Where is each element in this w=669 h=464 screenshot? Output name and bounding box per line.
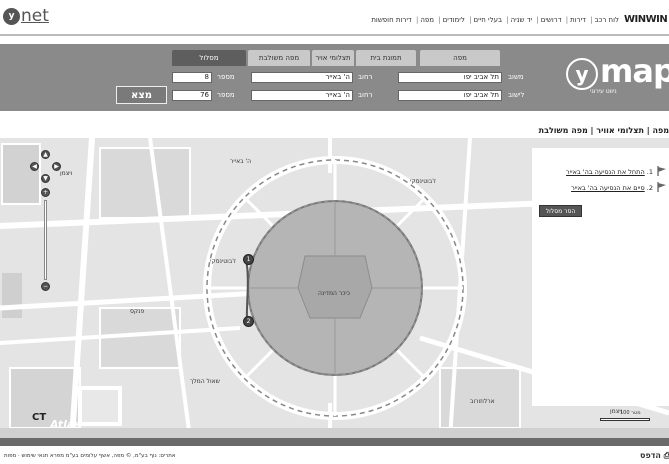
top-nav: לוח רכב| דירות| דרושים| יד שניה| בעלי חי… [370, 16, 620, 24]
top-link-apartments[interactable]: דירות [569, 16, 587, 24]
zoom-in-icon[interactable]: + [41, 188, 50, 197]
corner-mark: CT [32, 412, 47, 423]
from-number-label: מספר [217, 73, 235, 81]
route-step-1[interactable]: 1. התחל את הנסיעה בה' באייר [566, 168, 653, 176]
to-number-field[interactable]: 76 [172, 90, 212, 101]
street-label-jabotinsky-2: ז'בוטינסקי [410, 178, 436, 185]
scale-label: 100 מטר [620, 410, 641, 416]
route-panel: 1. התחל את הנסיעה בה' באייר 2. סיים את ה… [532, 148, 669, 406]
tab-route[interactable]: מסלול [172, 50, 246, 66]
zoom-out-icon[interactable]: − [41, 282, 50, 291]
top-link-jobs[interactable]: דרושים [540, 16, 563, 24]
view-link-aerial[interactable]: תצלומי אוויר [596, 126, 644, 135]
scale-bar [600, 418, 650, 421]
atlas-watermark: Atlas [50, 418, 81, 431]
pan-right-icon[interactable]: ▶ [52, 162, 61, 171]
route-step-2[interactable]: 2. סיים את הנסיעה בה' באייר [571, 184, 653, 192]
square-label: כיכר המדינה [318, 290, 350, 297]
print-icon: ⎙ [663, 451, 669, 460]
pan-up-icon[interactable]: ▲ [41, 150, 50, 159]
top-link-secondhand[interactable]: יד שניה [510, 16, 534, 24]
from-street-label: רחוב [358, 73, 373, 81]
top-link-pets[interactable]: בעלי חיים [472, 16, 503, 24]
flag-start-icon [657, 166, 666, 176]
tab-aerial[interactable]: תצלומי אויר [312, 50, 354, 66]
flag-end-icon [657, 182, 666, 192]
route-step-1-num: 1. [646, 168, 653, 176]
print-label: הדפס [640, 451, 661, 460]
logo-text: net [21, 6, 49, 26]
map-scale: 100 מטר [600, 408, 652, 424]
footer: אתרים: נוף בע"מ, © מפה, אשף עלומים בע"מ … [0, 451, 669, 464]
from-city-label: משוב [508, 73, 524, 81]
route-step-2-link[interactable]: סיים את הנסיעה בה' באייר [571, 184, 645, 192]
street-label-arlozorov: ארלוזורוב [470, 398, 495, 405]
view-link-combined[interactable]: מפה משולבת [539, 126, 588, 135]
tab-house-photo[interactable]: תמונת בית [356, 50, 416, 66]
ymap-wordmark: map [600, 52, 669, 90]
street-label-iyar: ה' באייר [230, 158, 252, 165]
brand-logo[interactable]: WINWIN [624, 14, 668, 25]
top-divider [0, 34, 669, 36]
from-street-field[interactable]: ה' באייר [251, 72, 353, 83]
site-logo[interactable]: y net [3, 3, 49, 29]
route-step-1-link[interactable]: התחל את הנסיעה בה' באייר [566, 168, 645, 176]
street-label-pinkas: פנקס [130, 308, 145, 315]
print-link[interactable]: ⎙ הדפס [640, 451, 669, 461]
find-button[interactable]: מצא [116, 86, 167, 104]
hide-route-button[interactable]: הסר מסלול [539, 205, 582, 217]
footer-bar [0, 438, 669, 446]
view-links: מפה | תצלומי אוויר | מפה משולבת [538, 126, 669, 135]
top-link-vacation[interactable]: דירות חופשות [370, 16, 412, 24]
route-step-2-num: 2. [646, 184, 653, 192]
ymap-logo: y map ניווט עירוני [556, 52, 669, 104]
street-label-jabotinsky: ז'בוטינסקי [210, 258, 236, 265]
tab-combined[interactable]: מפה משולבת [248, 50, 310, 66]
pan-down-icon[interactable]: ▼ [41, 174, 50, 183]
to-city-label: לישוב [508, 91, 525, 99]
to-city-field[interactable]: תל אביב יפו [398, 90, 502, 101]
to-number-label: מספר [217, 91, 235, 99]
start-marker[interactable]: 1 [243, 254, 254, 265]
ymap-tagline: ניווט עירוני [590, 88, 617, 95]
ymap-badge: y [566, 58, 598, 90]
end-marker[interactable]: 2 [243, 316, 254, 327]
footer-credits[interactable]: אתרים: נוף בע"מ, © מפה, אשף עלומים בע"מ … [4, 453, 176, 459]
top-link-map[interactable]: מפה [419, 16, 435, 24]
map-zoom-control: ▲ ◀ ▶ ▼ + − [28, 150, 64, 300]
from-number-field[interactable]: 8 [172, 72, 212, 83]
top-bar: y net לוח רכב| דירות| דרושים| יד שניה| ב… [0, 0, 669, 40]
street-label-shaul: שאול המלך [190, 378, 220, 385]
zoom-slider-track[interactable] [44, 200, 47, 280]
top-link-cars[interactable]: לוח רכב [594, 16, 620, 24]
view-link-map[interactable]: מפה [652, 126, 669, 135]
from-city-field[interactable]: תל אביב יפו [398, 72, 502, 83]
pan-left-icon[interactable]: ◀ [30, 162, 39, 171]
logo-badge: y [3, 7, 20, 25]
to-street-field[interactable]: ה' באייר [251, 90, 353, 101]
top-link-studies[interactable]: לימודים [442, 16, 466, 24]
to-street-label: רחוב [358, 91, 373, 99]
tab-map[interactable]: מפה [420, 50, 500, 66]
